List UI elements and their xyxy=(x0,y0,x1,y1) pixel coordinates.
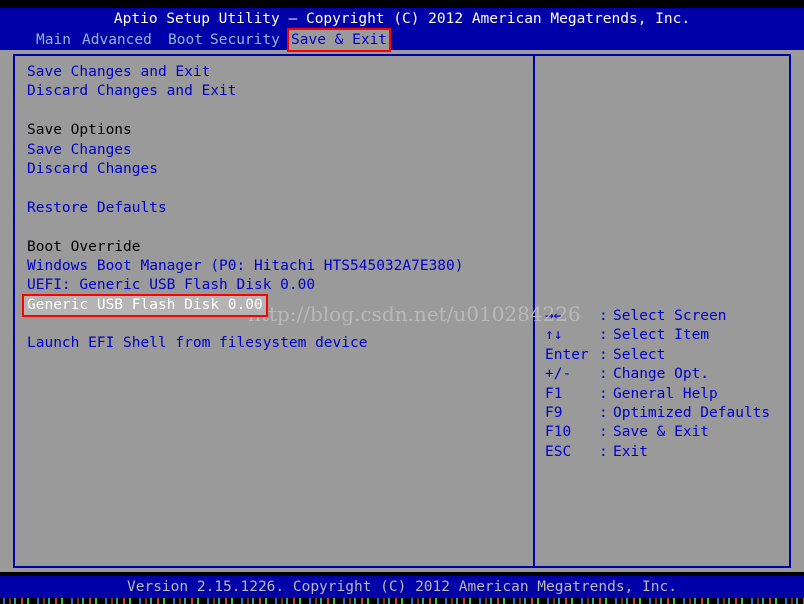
menu-tab-save-exit[interactable]: Save & Exit xyxy=(286,28,392,52)
option-item[interactable]: Restore Defaults xyxy=(27,199,527,218)
menu-tab-boot[interactable]: Boot xyxy=(166,30,205,50)
help-row: Enter: Select xyxy=(545,346,789,365)
options-list: Save Changes and Exit Discard Changes and… xyxy=(22,63,527,354)
help-description: Save & Exit xyxy=(613,424,710,441)
menu-tab-main[interactable]: Main xyxy=(34,30,73,50)
menu-tab-advanced[interactable]: Advanced xyxy=(80,30,154,50)
section-heading: Boot Override xyxy=(27,238,141,255)
help-row: +/-: Change Opt. xyxy=(545,365,789,384)
help-separator: : xyxy=(599,308,608,324)
bios-setup-screen: Aptio Setup Utility – Copyright (C) 2012… xyxy=(0,0,804,604)
spacer-row xyxy=(27,218,527,237)
section-heading: Save Options xyxy=(27,122,132,139)
help-row: F1: General Help xyxy=(545,385,789,404)
top-black-bar xyxy=(0,0,804,8)
option-item[interactable]: UEFI: Generic USB Flash Disk 0.00 xyxy=(27,276,527,295)
help-row: →←: Select Screen xyxy=(545,307,789,326)
option-item[interactable]: Save Changes and Exit xyxy=(27,63,527,82)
option-item[interactable]: Discard Changes and Exit xyxy=(27,82,527,101)
help-separator: : xyxy=(599,346,608,363)
help-row: ESC: Exit xyxy=(545,443,789,462)
help-description: Select Screen xyxy=(613,308,727,324)
spacer-row xyxy=(27,179,527,198)
help-separator: : xyxy=(599,424,608,441)
option-item[interactable]: Discard Changes xyxy=(27,160,527,179)
help-key: F9 xyxy=(545,404,563,421)
help-separator: : xyxy=(599,366,608,383)
footer-version: Version 2.15.1226. Copyright (C) 2012 Am… xyxy=(0,576,804,598)
option-row: Generic USB Flash Disk 0.00 xyxy=(22,293,527,318)
spacer-row xyxy=(27,315,527,334)
spacer-row xyxy=(27,102,527,121)
help-description: Select Item xyxy=(613,327,710,344)
option-item[interactable]: Save Changes xyxy=(27,141,527,160)
help-row: F9: Optimized Defaults xyxy=(545,404,789,423)
help-key: ↑↓ xyxy=(545,327,563,344)
bottom-noise-strip xyxy=(0,598,804,604)
help-separator: : xyxy=(599,404,608,421)
help-row: ↑↓: Select Item xyxy=(545,326,789,345)
help-key: F10 xyxy=(545,424,572,441)
help-description: General Help xyxy=(613,385,718,402)
help-separator: : xyxy=(599,385,608,402)
help-description: Exit xyxy=(613,443,648,460)
help-description: Optimized Defaults xyxy=(613,404,771,421)
help-key: +/- xyxy=(545,366,572,383)
help-key-list: →←: Select Screen ↑↓: Select Item Enter: Sele… xyxy=(545,307,789,462)
help-key: ESC xyxy=(545,443,572,460)
help-description: Select xyxy=(613,346,666,363)
menu-tab-security[interactable]: Security xyxy=(208,30,282,50)
boot-override-selected-item[interactable]: Generic USB Flash Disk 0.00 xyxy=(22,293,268,318)
help-key: Enter xyxy=(545,346,589,363)
menu-bar: Main Advanced Boot Security Save & Exit xyxy=(0,28,804,52)
help-key: →← xyxy=(545,308,563,324)
help-key: F1 xyxy=(545,385,563,402)
option-item[interactable]: Windows Boot Manager (P0: Hitachi HTS545… xyxy=(27,257,527,276)
help-separator: : xyxy=(599,327,608,344)
help-separator: : xyxy=(599,443,608,460)
page-title: Aptio Setup Utility – Copyright (C) 2012… xyxy=(0,8,804,30)
help-row: F10: Save & Exit xyxy=(545,423,789,442)
option-item[interactable]: Launch EFI Shell from filesystem device xyxy=(27,334,527,353)
help-description: Change Opt. xyxy=(613,366,710,383)
